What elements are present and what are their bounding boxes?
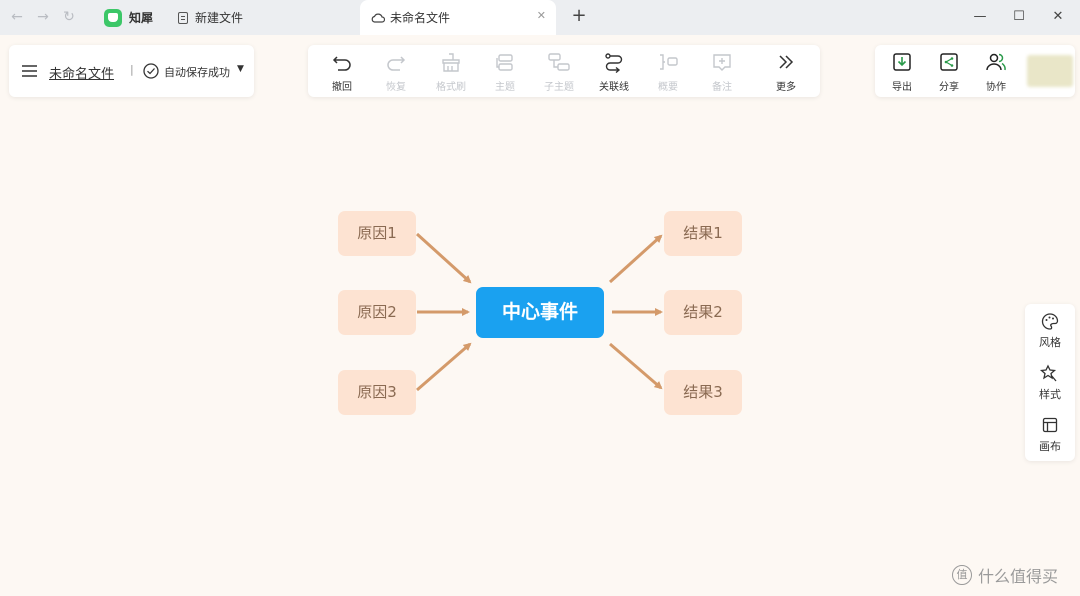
center-topic-node[interactable]: 中心事件 [476, 287, 604, 338]
result-node-2[interactable]: 结果2 [664, 290, 742, 335]
link-center-result3 [609, 342, 663, 390]
cause-node-2[interactable]: 原因2 [338, 290, 416, 335]
watermark-text: 什么值得买 [978, 567, 1059, 586]
result-node-1[interactable]: 结果1 [664, 211, 742, 256]
watermark-logo-icon: 值 [952, 565, 972, 585]
link-cause1-center [415, 232, 472, 284]
watermark: 值 什么值得买 [952, 563, 1058, 587]
link-cause3-center [416, 342, 472, 392]
cause-node-3[interactable]: 原因3 [338, 370, 416, 415]
link-center-result1 [608, 234, 663, 284]
cause-node-1[interactable]: 原因1 [338, 211, 416, 256]
result-node-3[interactable]: 结果3 [664, 370, 742, 415]
